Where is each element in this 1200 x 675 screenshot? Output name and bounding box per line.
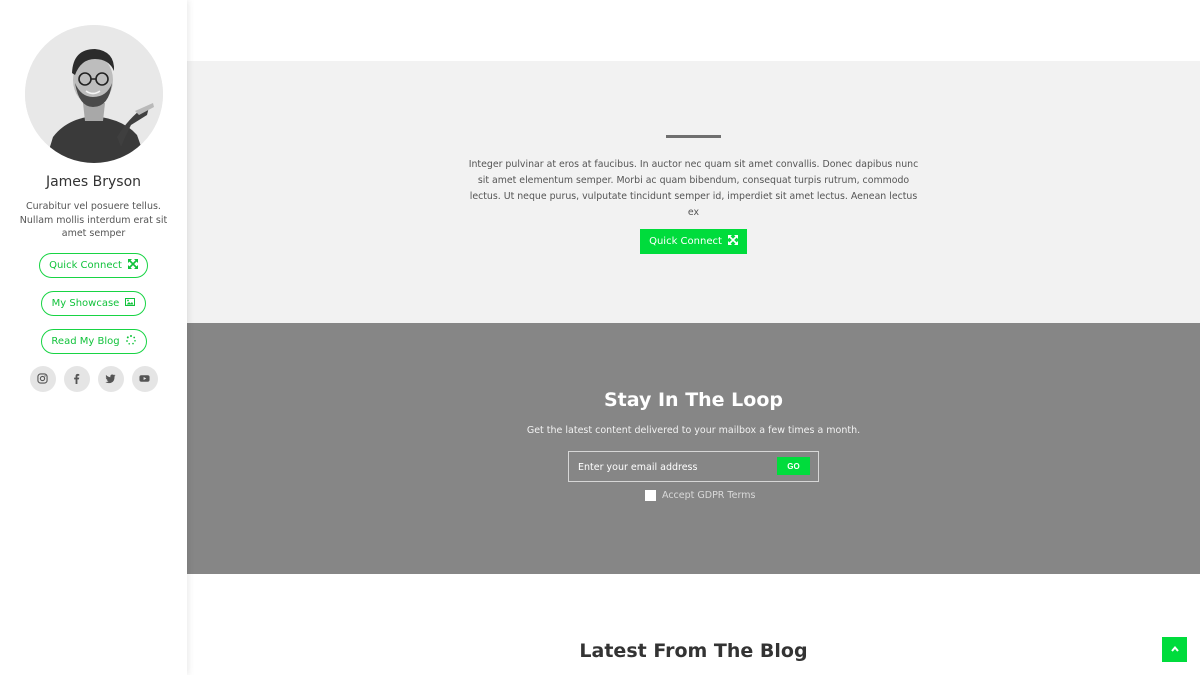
read-my-blog-button[interactable]: Read My Blog [40,328,147,354]
sidebar: James Bryson Curabitur vel posuere tellu… [0,0,187,675]
facebook-icon[interactable] [63,365,90,392]
newsletter-section: Stay In The Loop Get the latest content … [187,323,1200,574]
profile-name: James Bryson [45,174,142,190]
my-showcase-button[interactable]: My Showcase [41,290,146,316]
expand-icon [127,258,138,272]
avatar-photo [24,25,163,163]
expand-icon [727,235,738,248]
cta-label: Quick Connect [649,236,722,247]
twitter-icon[interactable] [97,365,124,392]
intro-section: Integer pulvinar at eros at faucibus. In… [187,61,1200,323]
email-field[interactable] [578,460,768,474]
blog-section-title: Latest From The Blog [579,640,808,662]
newsletter-subtitle: Get the latest content delivered to your… [526,425,861,436]
youtube-icon[interactable] [131,365,158,392]
newsletter-form: GO [568,451,819,482]
quick-connect-button[interactable]: Quick Connect [39,252,148,278]
spinner-icon [125,334,136,348]
image-icon [125,297,136,310]
my-showcase-label: My Showcase [51,297,120,309]
read-my-blog-label: Read My Blog [51,335,120,347]
quick-connect-cta-button[interactable]: Quick Connect [640,229,747,254]
social-links [29,365,158,392]
back-to-top-button[interactable] [1162,637,1187,662]
intro-text: Integer pulvinar at eros at faucibus. In… [468,159,919,218]
go-button[interactable]: GO [777,457,810,475]
gdpr-checkbox[interactable] [645,490,656,501]
instagram-icon[interactable] [29,365,56,392]
quick-connect-label: Quick Connect [49,259,122,271]
profile-bio: Curabitur vel posuere tellus. Nullam mol… [19,201,168,239]
newsletter-title: Stay In The Loop [603,389,783,411]
gdpr-label: Accept GDPR Terms [662,490,756,501]
section-divider [666,135,721,138]
avatar [24,25,163,163]
chevron-up-icon [1170,641,1180,659]
gdpr-consent: Accept GDPR Terms [645,490,755,501]
